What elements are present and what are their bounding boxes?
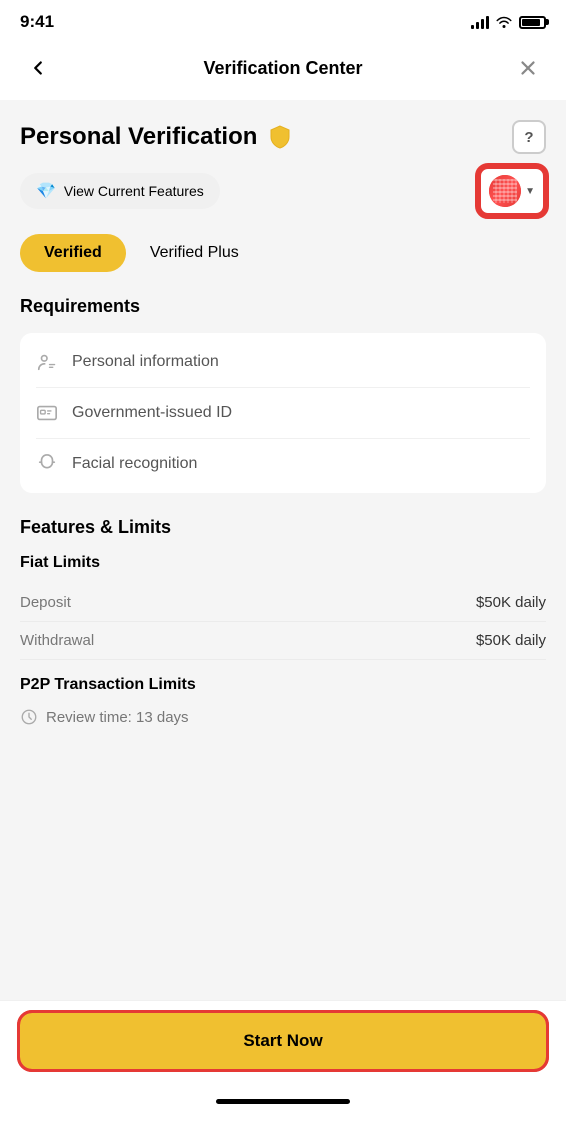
header: Verification Center: [0, 40, 566, 100]
tab-verified-plus[interactable]: Verified Plus: [142, 234, 247, 272]
tab-verified[interactable]: Verified: [20, 234, 126, 272]
signal-icon: [471, 15, 489, 29]
battery-icon: [519, 16, 546, 29]
withdrawal-value: $50K daily: [476, 632, 546, 649]
features-limits-heading: Features & Limits: [20, 517, 546, 538]
deposit-value: $50K daily: [476, 594, 546, 611]
deposit-label: Deposit: [20, 594, 71, 611]
deposit-row: Deposit $50K daily: [20, 584, 546, 622]
req-facial: Facial recognition: [36, 439, 530, 489]
status-icons: [471, 15, 546, 29]
bottom-bar: Start Now: [0, 1000, 566, 1089]
close-button[interactable]: [510, 50, 546, 86]
review-time-text: Review time: 13 days: [46, 709, 189, 726]
req-gov-id: Government-issued ID: [36, 388, 530, 439]
avatar-dropdown[interactable]: ▼: [478, 166, 546, 216]
home-indicator: [0, 1089, 566, 1110]
requirements-heading: Requirements: [20, 296, 546, 317]
start-now-button[interactable]: Start Now: [20, 1013, 546, 1069]
clock-icon: [20, 708, 38, 726]
requirements-section: Requirements Personal information: [20, 296, 546, 493]
person-info-icon: [36, 351, 58, 373]
main-content: Personal Verification ? 💎 View Current F…: [0, 100, 566, 1000]
fiat-limits-label: Fiat Limits: [20, 554, 546, 572]
page-title: Personal Verification: [20, 123, 257, 151]
review-time-row: Review time: 13 days: [20, 700, 546, 734]
features-row: 💎 View Current Features ▼: [20, 166, 546, 216]
status-bar: 9:41: [0, 0, 566, 40]
p2p-section: P2P Transaction Limits Review time: 13 d…: [20, 676, 546, 734]
avatar: [489, 175, 521, 207]
back-button[interactable]: [20, 50, 56, 86]
status-time: 9:41: [20, 12, 54, 32]
features-limits-section: Features & Limits Fiat Limits Deposit $5…: [20, 517, 546, 734]
req-gov-id-label: Government-issued ID: [72, 404, 232, 422]
help-button[interactable]: ?: [512, 120, 546, 154]
req-personal-info: Personal information: [36, 337, 530, 388]
dropdown-arrow-icon: ▼: [525, 186, 535, 197]
page-header-title: Verification Center: [203, 58, 362, 79]
req-personal-info-label: Personal information: [72, 353, 219, 371]
help-label: ?: [524, 129, 533, 146]
withdrawal-row: Withdrawal $50K daily: [20, 622, 546, 660]
home-bar: [216, 1099, 350, 1104]
tabs-row: Verified Verified Plus: [20, 234, 546, 272]
p2p-label: P2P Transaction Limits: [20, 676, 546, 694]
requirements-list: Personal information Government-issued I…: [20, 333, 546, 493]
view-features-button[interactable]: 💎 View Current Features: [20, 173, 220, 209]
shield-badge-icon: [267, 124, 293, 150]
withdrawal-label: Withdrawal: [20, 632, 94, 649]
wifi-icon: [495, 15, 513, 29]
id-card-icon: [36, 402, 58, 424]
section-header-row: Personal Verification ?: [20, 100, 546, 166]
req-facial-label: Facial recognition: [72, 455, 197, 473]
gem-icon: 💎: [36, 181, 56, 201]
facial-icon: [36, 453, 58, 475]
view-features-label: View Current Features: [64, 183, 204, 199]
section-title-row: Personal Verification: [20, 123, 293, 151]
